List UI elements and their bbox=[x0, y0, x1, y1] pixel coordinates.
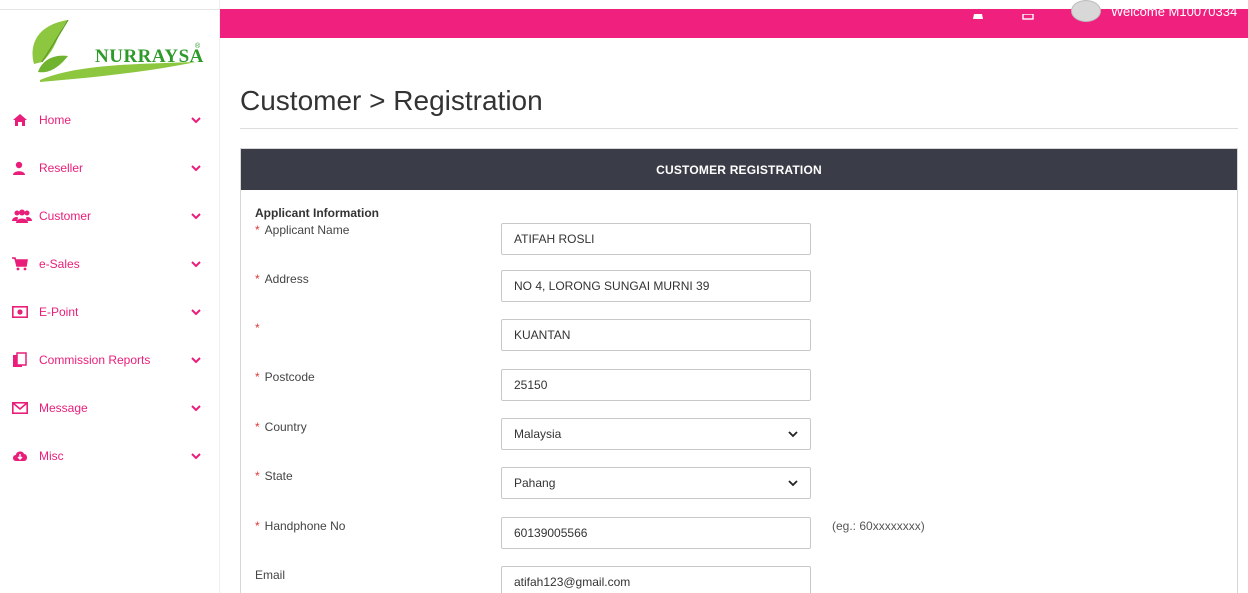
registration-panel: CUSTOMER REGISTRATION Applicant Informat… bbox=[240, 148, 1238, 593]
chevron-down-icon bbox=[191, 405, 201, 412]
top-bar: Welcome M10070334 bbox=[220, 0, 1248, 38]
country-row: * Country Malaysia bbox=[255, 418, 1225, 452]
brand-registered-mark: ® bbox=[195, 43, 201, 50]
home-icon bbox=[12, 112, 32, 128]
address-line2-input[interactable]: KUANTAN bbox=[501, 319, 811, 351]
section-title: Applicant Information bbox=[255, 206, 379, 220]
required-mark: * bbox=[255, 223, 260, 237]
email-label: Email bbox=[255, 568, 286, 582]
user-icon bbox=[12, 160, 32, 176]
envelope-icon bbox=[12, 400, 32, 416]
cart-icon bbox=[12, 256, 32, 272]
users-icon bbox=[12, 208, 32, 224]
sidebar-item-label: Home bbox=[39, 113, 72, 127]
state-select[interactable]: Pahang bbox=[501, 467, 811, 499]
handphone-row: * Handphone No 60139005566 (eg.: 60xxxxxx… bbox=[255, 517, 1225, 551]
country-select[interactable]: Malaysia bbox=[501, 418, 811, 450]
required-mark: * bbox=[255, 469, 260, 483]
applicant-name-row: * Applicant Name ATIFAH ROSLI bbox=[255, 223, 1225, 255]
country-label: * Country bbox=[255, 420, 307, 434]
postcode-row: * Postcode 25150 bbox=[255, 369, 1225, 402]
chevron-down-icon bbox=[191, 213, 201, 220]
handphone-input[interactable]: 60139005566 bbox=[501, 517, 811, 549]
sidebar-item-message[interactable]: Message bbox=[0, 384, 220, 432]
email-row: Email atifah123@gmail.com bbox=[255, 566, 1225, 593]
handphone-hint: (eg.: 60xxxxxxxx) bbox=[832, 519, 925, 533]
sidebar-item-misc[interactable]: Misc bbox=[0, 432, 220, 480]
sidebar: NURRAYSA ® Home Reseller Customer e-Sale… bbox=[0, 0, 220, 593]
postcode-input[interactable]: 25150 bbox=[501, 369, 811, 401]
sidebar-item-label: Customer bbox=[39, 209, 92, 223]
sidebar-item-label: Reseller bbox=[39, 161, 84, 175]
sidebar-item-e-sales[interactable]: e-Sales bbox=[0, 240, 220, 288]
required-mark: * bbox=[255, 519, 260, 533]
files-icon bbox=[12, 352, 32, 368]
chevron-down-icon bbox=[191, 117, 201, 124]
cloud-download-icon bbox=[12, 448, 32, 464]
address-line1-input[interactable]: NO 4, LORONG SUNGAI MURNI 39 bbox=[501, 270, 811, 302]
required-mark: * bbox=[255, 370, 260, 384]
sidebar-item-home[interactable]: Home bbox=[0, 96, 220, 144]
sidebar-item-customer[interactable]: Customer bbox=[0, 192, 220, 240]
brand-name: NURRAYSA bbox=[95, 46, 204, 67]
sidebar-item-label: E-Point bbox=[39, 305, 79, 319]
state-row: * State Pahang bbox=[255, 467, 1225, 501]
state-label: * State bbox=[255, 469, 293, 483]
chevron-down-icon bbox=[191, 357, 201, 364]
address-label: * Address bbox=[255, 272, 309, 286]
country-select-value: Malaysia bbox=[514, 427, 562, 441]
postcode-label: * Postcode bbox=[255, 370, 315, 384]
title-divider bbox=[240, 128, 1238, 129]
avatar[interactable] bbox=[1071, 0, 1101, 22]
bell-icon[interactable] bbox=[972, 9, 984, 23]
email-input[interactable]: atifah123@gmail.com bbox=[501, 566, 811, 593]
address-row: * Address NO 4, LORONG SUNGAI MURNI 39 bbox=[255, 270, 1225, 304]
chevron-down-icon bbox=[191, 309, 201, 316]
sidebar-item-label: Misc bbox=[39, 449, 64, 463]
panel-header-title: CUSTOMER REGISTRATION bbox=[656, 162, 822, 177]
sidebar-item-e-point[interactable]: E-Point bbox=[0, 288, 220, 336]
sidebar-item-reseller[interactable]: Reseller bbox=[0, 144, 220, 192]
brand-logo[interactable]: NURRAYSA ® bbox=[28, 19, 203, 90]
sidebar-item-commission-reports[interactable]: Commission Reports bbox=[0, 336, 220, 384]
applicant-name-label: * Applicant Name bbox=[255, 223, 350, 237]
sidebar-top-divider bbox=[0, 9, 220, 10]
sidebar-item-label: e-Sales bbox=[39, 257, 80, 271]
chevron-down-icon bbox=[191, 261, 201, 268]
applicant-name-input[interactable]: ATIFAH ROSLI bbox=[501, 223, 811, 255]
chevron-down-icon bbox=[788, 431, 798, 438]
page-title: Customer > Registration bbox=[240, 85, 543, 116]
address-line2-label: * bbox=[255, 321, 265, 335]
address-line2-row: * KUANTAN bbox=[255, 319, 1225, 353]
money-icon bbox=[12, 304, 32, 320]
required-mark: * bbox=[255, 321, 260, 335]
required-mark: * bbox=[255, 272, 260, 286]
handphone-label: * Handphone No bbox=[255, 519, 346, 533]
state-select-value: Pahang bbox=[514, 476, 556, 490]
welcome-user-menu[interactable]: Welcome M10070334 bbox=[1111, 4, 1237, 19]
sidebar-item-label: Commission Reports bbox=[39, 353, 151, 367]
chevron-down-icon bbox=[191, 165, 201, 172]
chevron-down-icon bbox=[191, 453, 201, 460]
panel-header: CUSTOMER REGISTRATION bbox=[241, 149, 1237, 190]
inbox-icon[interactable] bbox=[1022, 9, 1034, 23]
sidebar-item-label: Message bbox=[39, 401, 88, 415]
sidebar-nav: Home Reseller Customer e-Sales E-Point C… bbox=[0, 96, 220, 480]
required-mark: * bbox=[255, 420, 260, 434]
chevron-down-icon bbox=[788, 480, 798, 487]
